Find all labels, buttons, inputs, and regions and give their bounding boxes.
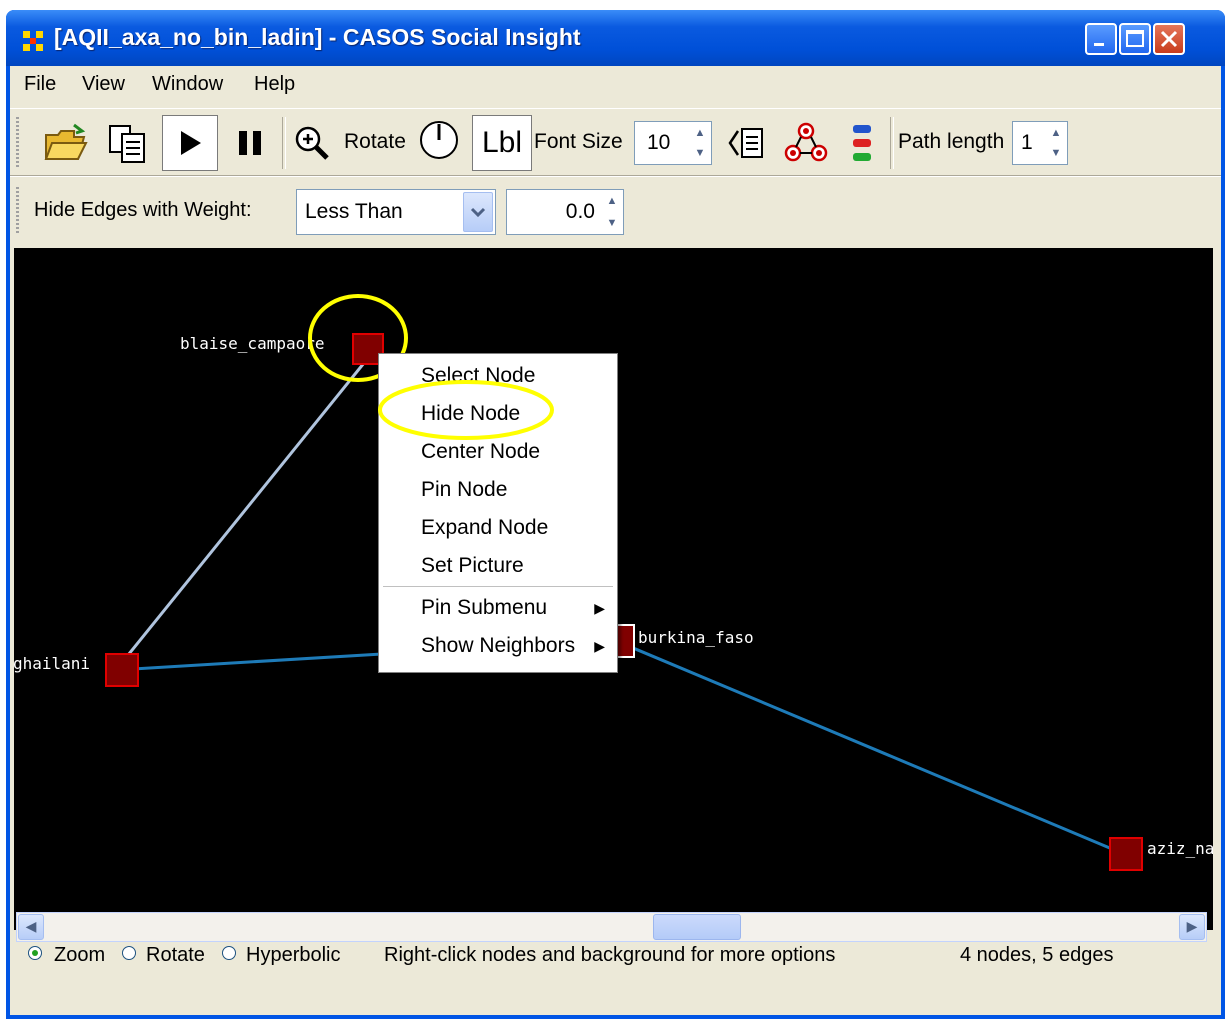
zoom-radio-label[interactable]: Zoom xyxy=(54,944,105,967)
app-window: [AQII_axa_no_bin_ladin] - CASOS Social I… xyxy=(6,10,1225,1019)
folder-open-icon xyxy=(44,123,88,160)
scroll-left-button[interactable]: ◀ xyxy=(18,914,44,940)
spin-down-icon[interactable]: ▼ xyxy=(603,214,621,232)
node-aziz[interactable] xyxy=(1109,837,1143,871)
scroll-right-button[interactable]: ▶ xyxy=(1179,914,1205,940)
spin-up-icon[interactable]: ▲ xyxy=(603,192,621,210)
title-bar[interactable]: [AQII_axa_no_bin_ladin] - CASOS Social I… xyxy=(6,10,1225,66)
rotate-radio-label[interactable]: Rotate xyxy=(146,944,205,967)
spin-up-icon[interactable]: ▲ xyxy=(1047,124,1065,142)
toolbar: Rotate Lbl Font Size 10 ▲ ▼ Path length … xyxy=(10,108,1221,176)
spinner-arrows[interactable]: ▲ ▼ xyxy=(1047,124,1065,162)
menu-window[interactable]: Window xyxy=(152,73,223,96)
close-icon xyxy=(1160,30,1178,48)
spinner-arrows[interactable]: ▲ ▼ xyxy=(691,124,709,162)
network-icon xyxy=(784,122,828,162)
menu-bar: File View Window Help xyxy=(10,66,1221,104)
font-size-value: 10 xyxy=(647,131,671,154)
hide-edges-label: Hide Edges with Weight: xyxy=(34,199,252,221)
menu-file[interactable]: File xyxy=(24,73,56,96)
weight-value: 0.0 xyxy=(565,200,595,223)
submenu-arrow-icon: ▶ xyxy=(594,600,605,616)
rotate-radio[interactable] xyxy=(122,946,136,960)
toolbar-separator xyxy=(890,117,894,169)
graph-count: 4 nodes, 5 edges xyxy=(960,944,1114,966)
node-ghailani[interactable] xyxy=(105,653,139,687)
node-label-ghailani: ghailani xyxy=(14,654,90,673)
group-button[interactable] xyxy=(780,117,832,169)
window-content: File View Window Help Rotate Lbl Font Si… xyxy=(10,66,1221,1015)
font-size-label: Font Size xyxy=(534,130,623,153)
spinner-arrows[interactable]: ▲ ▼ xyxy=(603,192,621,232)
arrow-right-icon: ▶ xyxy=(1186,919,1198,935)
copy-button[interactable] xyxy=(102,117,154,169)
rotate-dial[interactable] xyxy=(414,115,464,165)
pause-button[interactable] xyxy=(224,117,276,169)
legend-button[interactable] xyxy=(840,117,884,169)
spin-down-icon[interactable]: ▼ xyxy=(691,144,709,162)
rotate-label: Rotate xyxy=(344,130,406,153)
hyperbolic-radio-label[interactable]: Hyperbolic xyxy=(246,944,340,967)
minimize-icon xyxy=(1094,43,1104,46)
toolbar-grip[interactable] xyxy=(16,117,19,169)
graph-canvas[interactable]: blaise_campaore ghailani burkina_faso az… xyxy=(14,248,1213,930)
path-length-spinner[interactable]: 1 ▲ ▼ xyxy=(1012,121,1068,165)
close-button[interactable] xyxy=(1153,23,1185,55)
zoom-in-icon xyxy=(295,126,329,160)
path-length-value: 1 xyxy=(1021,131,1033,154)
menu-pin-submenu[interactable]: Pin Submenu xyxy=(421,596,547,620)
edge-blaise-ghailani xyxy=(114,357,370,671)
spin-up-icon[interactable]: ▲ xyxy=(691,124,709,142)
menu-view[interactable]: View xyxy=(82,73,125,96)
menu-help[interactable]: Help xyxy=(254,73,295,96)
edge-burkina-aziz xyxy=(613,638,1125,856)
window-title: [AQII_axa_no_bin_ladin] - CASOS Social I… xyxy=(54,24,581,50)
maximize-button[interactable] xyxy=(1119,23,1151,55)
maximize-icon xyxy=(1126,30,1144,47)
play-icon xyxy=(181,131,201,155)
list-icon xyxy=(728,128,763,158)
zoom-radio[interactable] xyxy=(28,946,42,960)
menu-set-picture[interactable]: Set Picture xyxy=(421,554,524,578)
app-icon xyxy=(23,31,43,51)
submenu-arrow-icon: ▶ xyxy=(594,638,605,654)
arrow-left-icon: ◀ xyxy=(25,919,37,935)
toolbar-separator xyxy=(282,117,286,169)
node-list-button[interactable] xyxy=(722,117,774,169)
minimize-button[interactable] xyxy=(1085,23,1117,55)
chevron-down-icon xyxy=(470,207,486,218)
toolbar-grip[interactable] xyxy=(16,187,19,235)
horizontal-scrollbar[interactable]: ◀ ▶ xyxy=(16,912,1207,942)
path-length-label: Path length xyxy=(898,130,1005,153)
play-button[interactable] xyxy=(162,115,218,171)
menu-separator xyxy=(383,586,613,588)
edge-filter-bar: Hide Edges with Weight: Less Than 0.0 ▲ ▼ xyxy=(10,176,1221,245)
menu-expand-node[interactable]: Expand Node xyxy=(421,516,548,540)
open-button[interactable] xyxy=(40,117,92,169)
copy-icon xyxy=(109,125,145,163)
scroll-thumb[interactable] xyxy=(653,914,741,940)
comparison-value: Less Than xyxy=(305,200,403,223)
label-toggle-button[interactable]: Lbl xyxy=(472,115,532,171)
node-label-aziz: aziz_na xyxy=(1147,839,1213,858)
hyperbolic-radio[interactable] xyxy=(222,946,236,960)
highlight-ellipse-menu xyxy=(378,380,554,440)
dropdown-button[interactable] xyxy=(463,192,493,232)
zoom-button[interactable] xyxy=(290,117,334,169)
node-label-burkina: burkina_faso xyxy=(638,628,754,647)
pause-icon xyxy=(239,131,261,155)
menu-show-neighbors[interactable]: Show Neighbors xyxy=(421,634,575,658)
legend-icon xyxy=(853,125,871,161)
node-label-blaise: blaise_campaore xyxy=(180,334,325,353)
comparison-select[interactable]: Less Than xyxy=(296,189,496,235)
status-hint: Right-click nodes and background for mor… xyxy=(384,944,836,966)
dial-icon xyxy=(420,121,458,159)
font-size-spinner[interactable]: 10 ▲ ▼ xyxy=(634,121,712,165)
spin-down-icon[interactable]: ▼ xyxy=(1047,144,1065,162)
menu-pin-node[interactable]: Pin Node xyxy=(421,478,507,502)
weight-spinner[interactable]: 0.0 ▲ ▼ xyxy=(506,189,624,235)
